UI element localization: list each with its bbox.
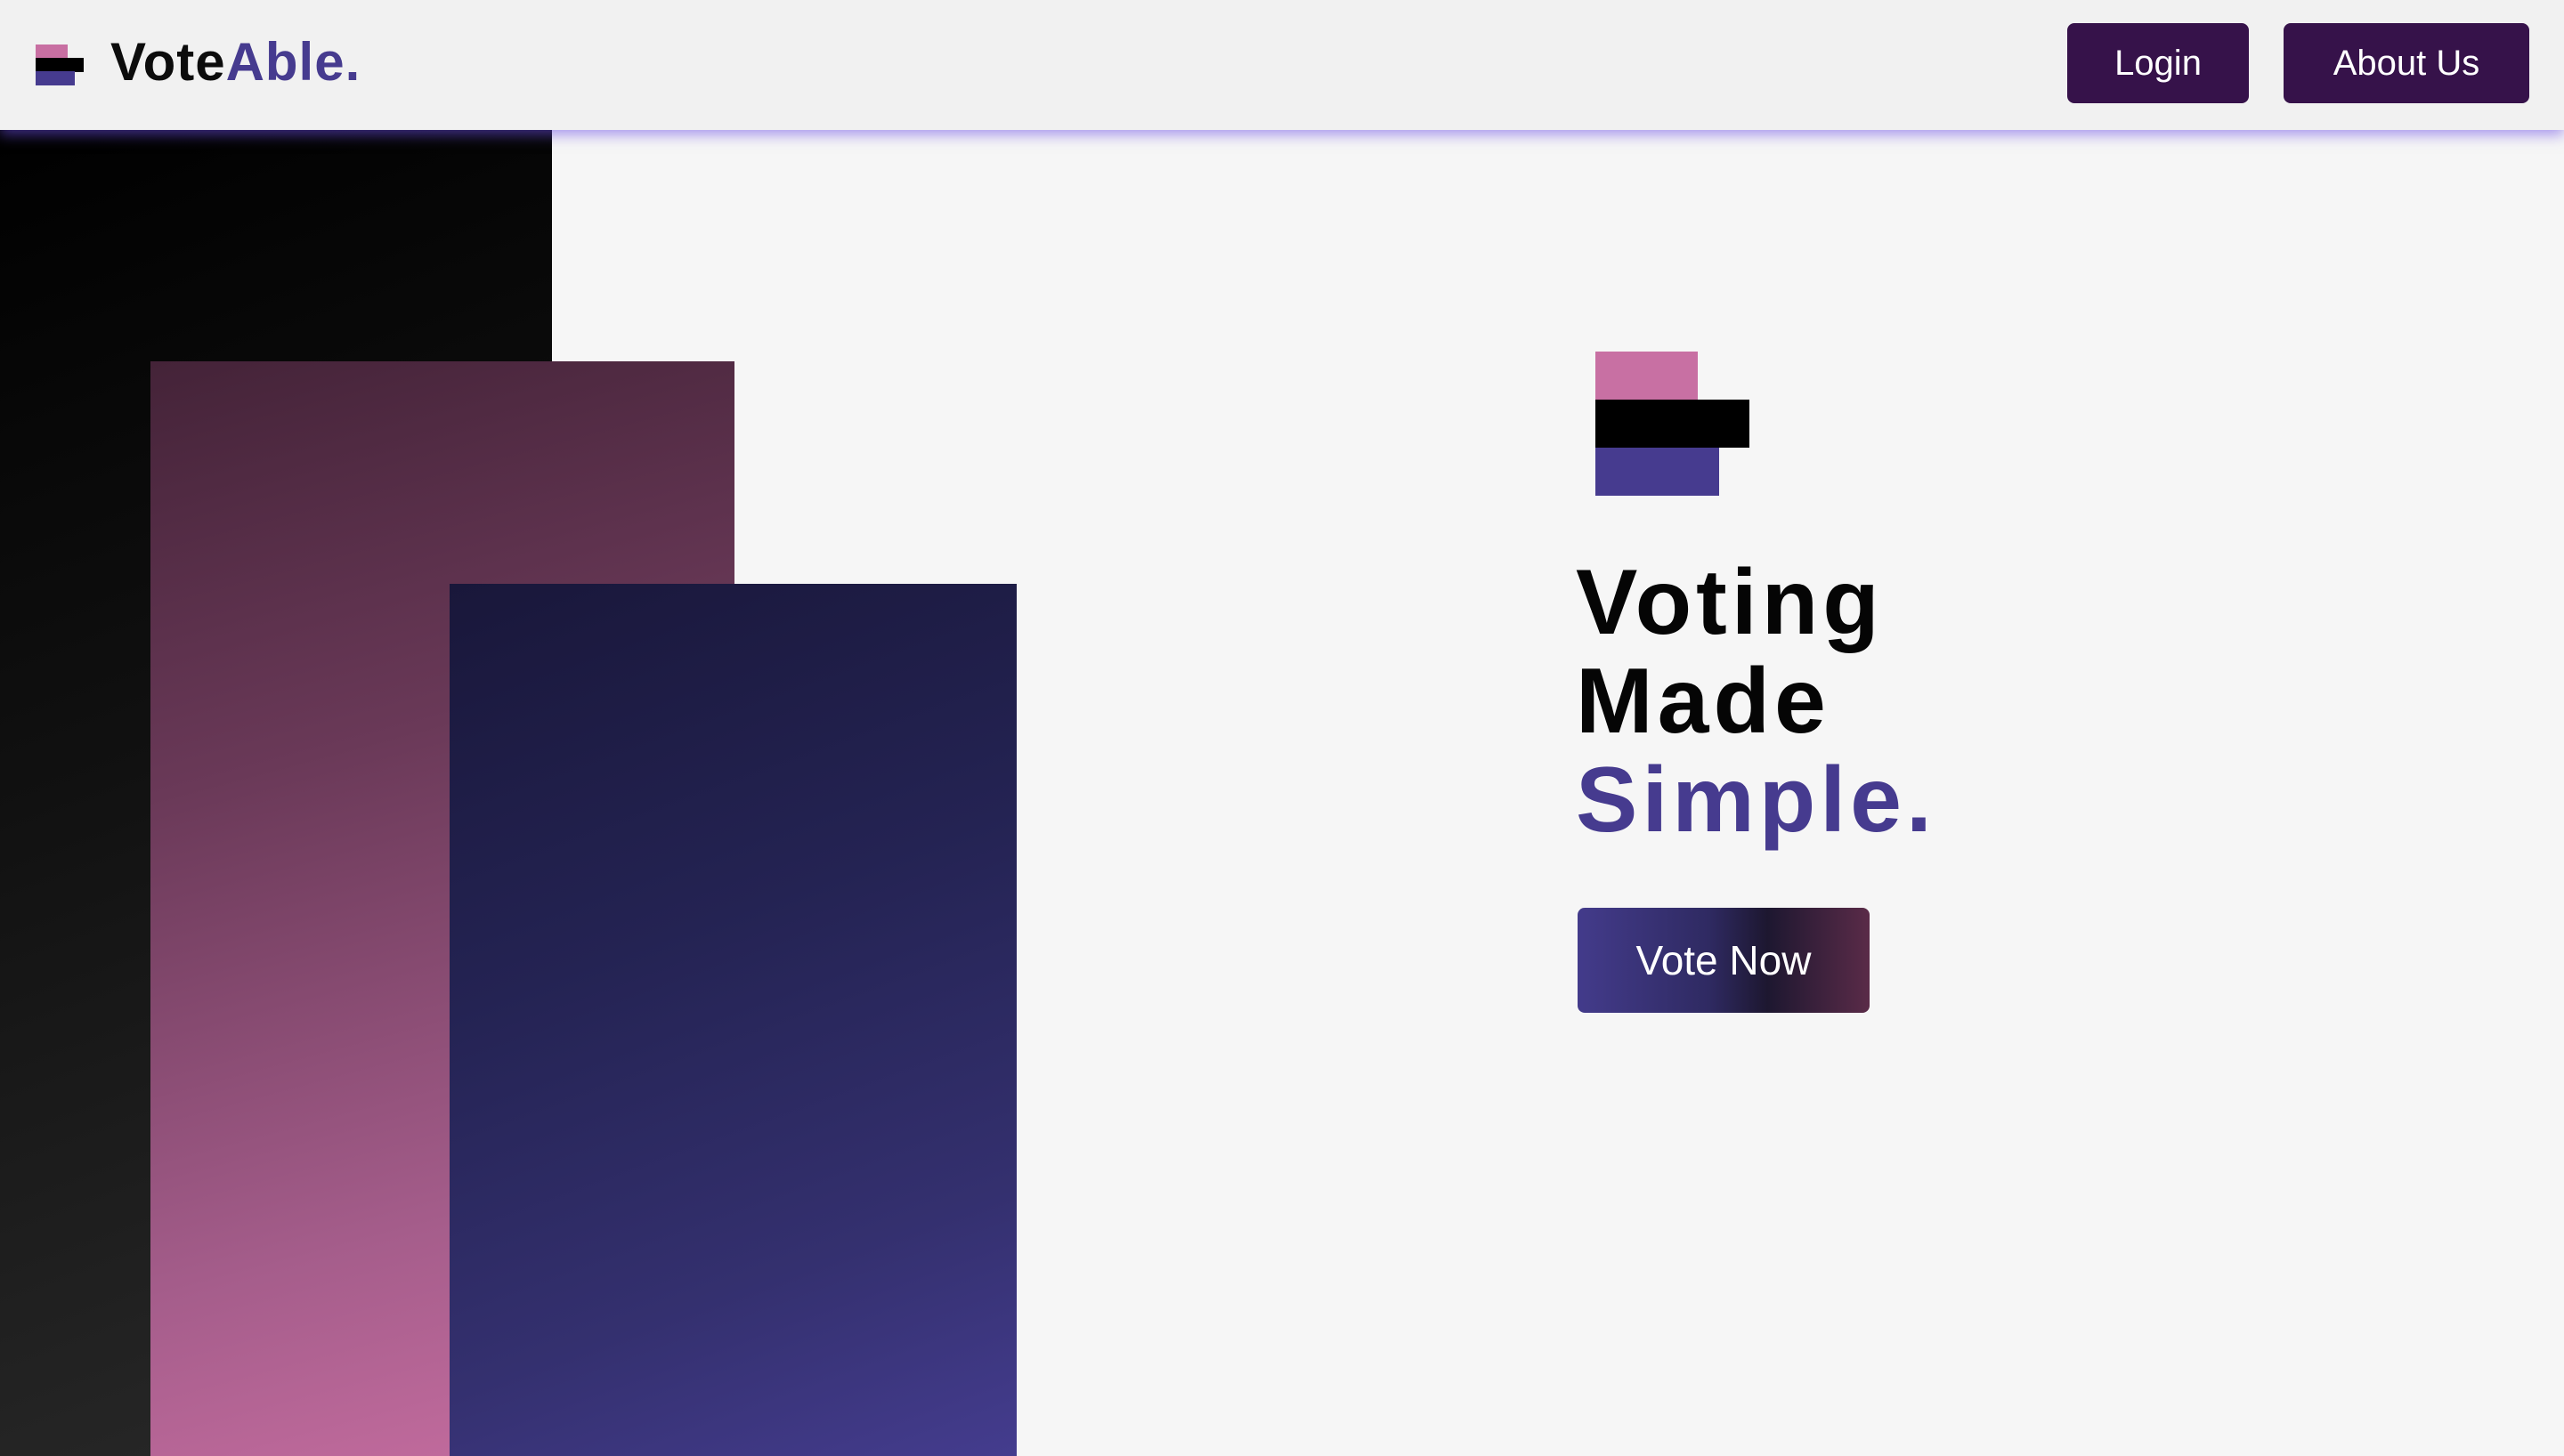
logo-bar-purple xyxy=(36,71,75,85)
login-button[interactable]: Login xyxy=(2067,23,2249,103)
hero-title-line-2: Made xyxy=(1576,650,1830,753)
hero-title: Voting Made Simple. xyxy=(1576,554,1936,850)
decorative-blue-panel xyxy=(450,584,1017,1456)
hero-logo-bar-black xyxy=(1595,400,1749,448)
hero-logo-bar-purple xyxy=(1595,448,1719,496)
brand-name-dot: . xyxy=(345,32,361,92)
brand-name: VoteAble. xyxy=(110,36,361,89)
logo-bar-pink xyxy=(36,44,68,59)
hero-title-line-3: Simple. xyxy=(1576,748,1936,852)
brand-name-vote: Vote xyxy=(110,32,226,92)
logo-bar-black xyxy=(36,58,84,72)
brand-logo-link[interactable]: VoteAble. xyxy=(36,36,361,89)
brand-name-able: Able xyxy=(225,32,345,92)
stacked-bars-logo-icon xyxy=(36,39,85,85)
vote-now-button[interactable]: Vote Now xyxy=(1578,908,1870,1013)
top-nav-bar: VoteAble. Login About Us xyxy=(0,0,2564,130)
about-us-button[interactable]: About Us xyxy=(2284,23,2529,103)
hero-stacked-bars-logo-icon xyxy=(1595,352,1751,496)
hero-logo-bar-pink xyxy=(1595,352,1698,400)
hero-title-line-1: Voting xyxy=(1576,551,1884,654)
